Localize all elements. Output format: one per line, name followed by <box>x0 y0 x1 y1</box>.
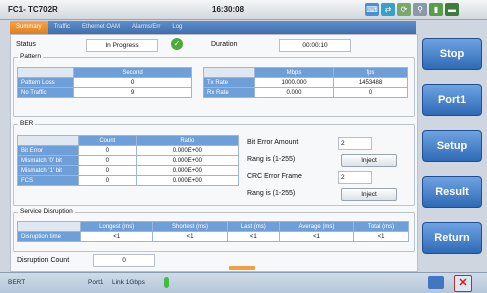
range-hint: Rang is (1-255) <box>247 190 296 197</box>
disruption-value: <1 <box>353 231 409 242</box>
ber-ratio: 0.000E+00 <box>135 165 240 176</box>
crc-error-input[interactable]: 2 <box>338 171 372 184</box>
disruption-row-label: Disruption time <box>17 231 81 242</box>
close-icon[interactable]: ✕ <box>454 275 472 292</box>
pattern-row-label: Pattern Loss <box>17 77 74 88</box>
stop-button[interactable]: Stop <box>422 38 482 70</box>
pattern-header: Second <box>73 67 192 78</box>
rate-fps: 0 <box>333 87 408 98</box>
ber-count: 0 <box>78 145 137 156</box>
signal-icon: ▮ <box>429 3 443 16</box>
rate-row-label: Tx Rate <box>203 77 255 88</box>
disruption-value: <1 <box>152 231 228 242</box>
disruption-header: Longest (ms) <box>79 221 154 232</box>
pattern-row-value: 0 <box>73 77 192 88</box>
disruption-value: <1 <box>278 231 355 242</box>
return-button[interactable]: Return <box>422 222 482 254</box>
pattern-title: Pattern <box>18 53 43 60</box>
ber-row-label: FCS <box>17 175 79 186</box>
ber-count: 0 <box>78 155 137 166</box>
battery-icon: ▬ <box>445 3 459 16</box>
usb-icon: ⚲ <box>413 3 427 16</box>
page-indicator <box>229 266 255 270</box>
result-button[interactable]: Result <box>422 176 482 208</box>
disruption-value: <1 <box>79 231 154 242</box>
crc-error-label: CRC Error Frame <box>247 173 302 180</box>
app-title: FC1- TC702R <box>8 5 58 14</box>
status-value: In Progress <box>86 39 158 52</box>
rate-mbps: 1000.000 <box>253 77 335 88</box>
disruption-count-value: 0 <box>93 254 155 267</box>
bit-error-amount-label: Bit Error Amount <box>247 139 299 146</box>
link-label: Link 1Gbps <box>112 279 145 286</box>
disruption-value: <1 <box>226 231 280 242</box>
ber-ratio: 0.000E+00 <box>135 175 240 186</box>
ber-table: Count Ratio Bit Error 0 0.000E+00 Mismatch … <box>17 135 240 186</box>
ber-row-label: Mismatch '0' bit <box>17 155 79 166</box>
pattern-row-value: 9 <box>73 87 192 98</box>
summary-panel: Status In Progress ✓ Duration 00:00:10 P… <box>10 34 418 272</box>
disruption-header: Total (ms) <box>353 221 409 232</box>
keyboard-icon[interactable] <box>428 276 444 289</box>
disruption-header: Last (ms) <box>226 221 280 232</box>
duration-label: Duration <box>211 41 238 48</box>
tab-summary[interactable]: Summary <box>10 21 48 34</box>
tab-bar: Summary Traffic Ethernet OAM Alarms/Err … <box>10 21 416 34</box>
status-bar: BERT Port1 Link 1Gbps ✕ <box>0 272 487 293</box>
disruption-header: Average (ms) <box>278 221 355 232</box>
keyboard-icon[interactable]: ⌨ <box>365 3 379 16</box>
ber-count: 0 <box>78 165 137 176</box>
setup-button[interactable]: Setup <box>422 130 482 162</box>
rate-table: Mbps fps Tx Rate 1000.000 1453488 Rx Rate 0.… <box>203 67 408 98</box>
disruption-title: Service Disruption <box>18 208 75 215</box>
ber-ratio: 0.000E+00 <box>135 155 240 166</box>
clock: 16:30:08 <box>212 5 245 14</box>
bit-error-amount-input[interactable]: 2 <box>338 137 372 150</box>
sync-icon: ⟳ <box>397 3 411 16</box>
link-status-icon <box>164 277 169 288</box>
check-icon: ✓ <box>171 38 183 50</box>
title-bar: FC1- TC702R 16:30:08 ⌨ ⇄ ⟳ ⚲ ▮ ▬ <box>0 0 487 20</box>
network-icon: ⇄ <box>381 3 395 16</box>
ber-row-label: Bit Error <box>17 145 79 156</box>
rate-row-label: Rx Rate <box>203 87 255 98</box>
status-icons: ⌨ ⇄ ⟳ ⚲ ▮ ▬ <box>365 3 459 17</box>
tab-traffic[interactable]: Traffic <box>48 21 76 34</box>
duration-value: 00:00:10 <box>279 39 351 52</box>
disruption-header: Shortest (ms) <box>152 221 228 232</box>
mode-label: BERT <box>8 279 26 286</box>
range-hint: Rang is (1-255) <box>247 156 296 163</box>
ber-header-ratio: Ratio <box>135 135 240 146</box>
ber-ratio: 0.000E+00 <box>135 145 240 156</box>
ber-title: BER <box>18 120 36 127</box>
pattern-table: Second Pattern Loss 0 No Traffic 9 <box>17 67 192 98</box>
ber-header-count: Count <box>78 135 137 146</box>
tab-ethernet-oam[interactable]: Ethernet OAM <box>76 21 126 34</box>
port-label: Port1 <box>88 279 104 286</box>
status-label: Status <box>16 41 36 48</box>
disruption-count-label: Disruption Count <box>17 257 70 264</box>
tab-alarms[interactable]: Alarms/Err <box>126 21 166 34</box>
rate-header-fps: fps <box>333 67 408 78</box>
inject-bit-error-button[interactable]: Inject <box>341 154 397 167</box>
pattern-row-label: No Traffic <box>17 87 74 98</box>
inject-crc-button[interactable]: Inject <box>341 188 397 201</box>
disruption-table: Longest (ms) Shortest (ms) Last (ms) Ave… <box>17 221 409 242</box>
rate-header-mbps: Mbps <box>253 67 335 78</box>
rate-fps: 1453488 <box>333 77 408 88</box>
ber-row-label: Mismatch '1' bit <box>17 165 79 176</box>
ber-count: 0 <box>78 175 137 186</box>
port-button[interactable]: Port1 <box>422 84 482 116</box>
rate-mbps: 0.000 <box>253 87 335 98</box>
tab-log[interactable]: Log <box>166 21 188 34</box>
